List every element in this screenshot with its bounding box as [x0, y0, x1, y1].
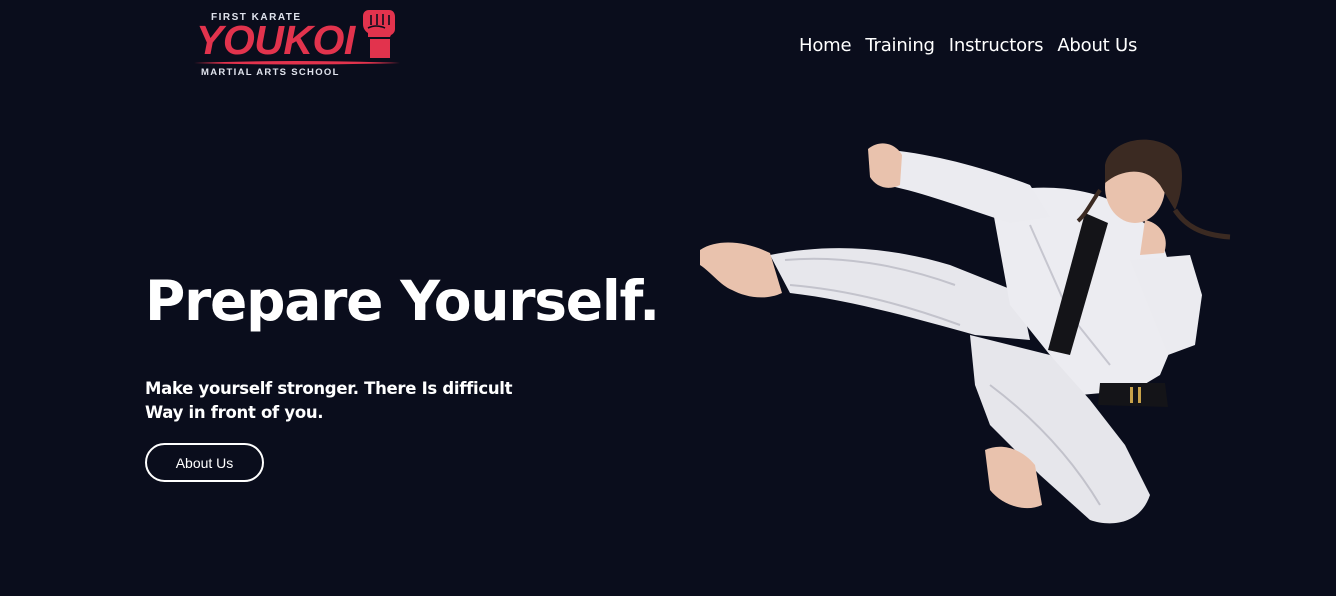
about-us-button[interactable]: About Us — [145, 443, 264, 482]
nav-home[interactable]: Home — [799, 34, 852, 58]
nav-training[interactable]: Training — [865, 34, 935, 58]
logo-tagline-bottom: MARTIAL ARTS SCHOOL — [201, 67, 340, 78]
main-nav: Home Training Instructors About Us — [799, 34, 1137, 58]
raised-fist-icon — [363, 10, 395, 58]
nav-instructors[interactable]: Instructors — [949, 34, 1044, 58]
site-logo[interactable]: FIRST KARATE YOUKOI MARTIAL ARTS SCHOOL — [194, 6, 400, 84]
logo-wordmark: YOUKOI — [196, 17, 355, 63]
hero-title: Prepare Yourself. — [145, 269, 660, 333]
karate-kick-image — [700, 139, 1231, 524]
hero-subtitle: Make yourself stronger. There Is difficu… — [145, 379, 513, 422]
logo-swoosh — [194, 61, 400, 65]
nav-about-us[interactable]: About Us — [1057, 34, 1137, 58]
